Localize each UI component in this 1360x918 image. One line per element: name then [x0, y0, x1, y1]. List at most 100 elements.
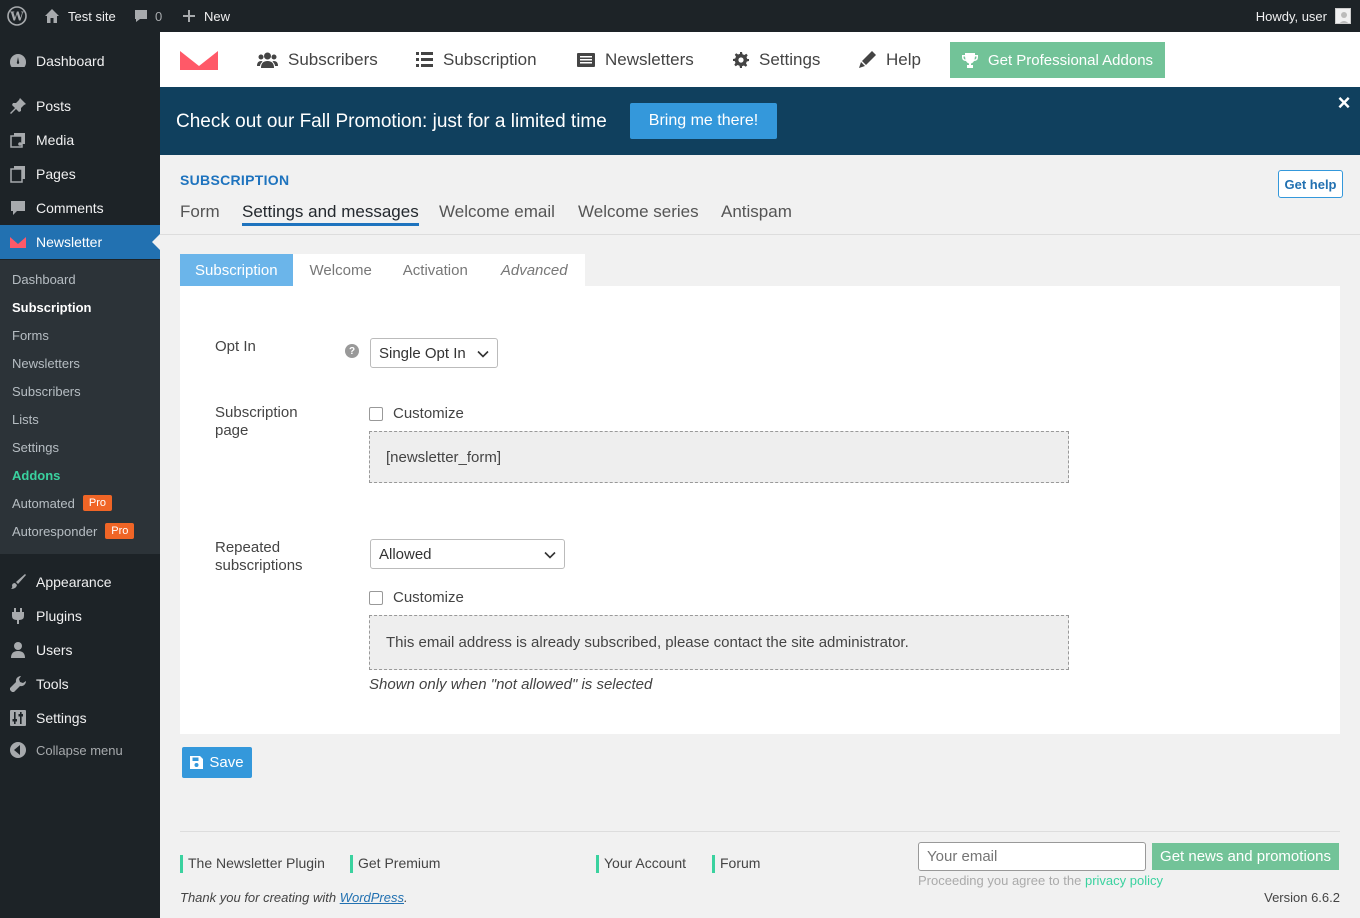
page-title: SUBSCRIPTION	[180, 172, 290, 188]
wordpress-link[interactable]: WordPress	[340, 890, 404, 905]
sidebar-item-posts[interactable]: Posts	[0, 89, 160, 123]
sidebar-item-label: Users	[36, 642, 73, 658]
comment-icon	[0, 199, 36, 217]
customize-checkbox-repeated[interactable]: Customize	[369, 589, 464, 606]
sidebar-item-users[interactable]: Users	[0, 633, 160, 667]
nav-subscription[interactable]: Subscription	[416, 32, 537, 87]
thanks-text: Thank you for creating with	[180, 890, 337, 905]
submenu-subscribers[interactable]: Subscribers	[12, 381, 81, 401]
wp-footer-thanks: Thank you for creating with WordPress.	[180, 890, 408, 905]
checkbox[interactable]	[369, 590, 383, 605]
nav-help[interactable]: Help	[859, 32, 921, 87]
sidebar-item-label: Newsletter	[36, 234, 103, 250]
users-icon	[257, 52, 278, 68]
nav-label: Subscription	[443, 49, 537, 69]
sidebar-item-appearance[interactable]: Appearance	[0, 565, 160, 599]
account-menu[interactable]: Howdy, user	[1256, 0, 1351, 32]
nav-subscribers[interactable]: Subscribers	[257, 32, 378, 87]
nav-label: Subscribers	[288, 49, 378, 69]
submenu-automated[interactable]: Automated Pro	[12, 493, 112, 513]
nav-newsletters[interactable]: Newsletters	[577, 32, 694, 87]
home-icon	[45, 9, 59, 23]
tab-form[interactable]: Form	[180, 202, 220, 226]
newsletter-email-input[interactable]	[918, 842, 1146, 871]
subtab-advanced[interactable]: Advanced	[483, 254, 585, 286]
repeated-subscriptions-select[interactable]: Allowed	[370, 539, 565, 569]
question-icon[interactable]: ?	[345, 344, 359, 358]
sidebar-item-plugins[interactable]: Plugins	[0, 599, 160, 633]
checkbox[interactable]	[369, 406, 383, 421]
chevron-down-icon	[477, 350, 489, 358]
nav-settings[interactable]: Settings	[733, 32, 820, 87]
submenu-dashboard[interactable]: Dashboard	[12, 269, 76, 289]
checkbox-label: Customize	[393, 589, 464, 606]
sidebar-item-settings[interactable]: Settings	[0, 701, 160, 735]
collapse-menu-button[interactable]: Collapse menu	[0, 733, 160, 767]
footer-link-forum[interactable]: Forum	[712, 855, 760, 873]
site-name: Test site	[68, 8, 116, 24]
bring-me-there-button[interactable]: Bring me there!	[630, 103, 777, 139]
avatar	[1335, 8, 1351, 24]
pro-addons-label: Get Professional Addons	[987, 51, 1154, 69]
sidebar-item-dashboard[interactable]: Dashboard	[0, 44, 160, 78]
section-header: SUBSCRIPTION Get help Form Settings and …	[160, 155, 1360, 235]
submenu-lists[interactable]: Lists	[12, 409, 39, 429]
sidebar-item-tools[interactable]: Tools	[0, 667, 160, 701]
sidebar-item-label: Comments	[36, 200, 104, 216]
pro-badge: Pro	[105, 523, 135, 539]
submenu-newsletters[interactable]: Newsletters	[12, 353, 80, 373]
newsletter-icon	[0, 233, 36, 251]
collapse-arrow-icon	[0, 741, 36, 759]
footer-link-newsletter-plugin[interactable]: The Newsletter Plugin	[180, 855, 325, 873]
collapse-label: Collapse menu	[36, 742, 123, 758]
footer-link-get-premium[interactable]: Get Premium	[350, 855, 440, 873]
customize-checkbox-subscription-page[interactable]: Customize	[369, 405, 464, 422]
tab-antispam[interactable]: Antispam	[721, 202, 792, 226]
footer-divider	[180, 831, 1340, 832]
get-professional-addons-button[interactable]: Get Professional Addons	[950, 42, 1165, 78]
submenu-subscription[interactable]: Subscription	[12, 297, 91, 317]
pen-icon	[859, 51, 876, 68]
submenu-autoresponder[interactable]: Autoresponder Pro	[12, 521, 135, 541]
sidebar-item-pages[interactable]: Pages	[0, 157, 160, 191]
footer-link-your-account[interactable]: Your Account	[596, 855, 686, 873]
brush-icon	[0, 573, 36, 591]
tab-settings-and-messages[interactable]: Settings and messages	[242, 202, 419, 226]
submenu-settings[interactable]: Settings	[12, 437, 59, 457]
submenu-label: Automated	[12, 495, 75, 511]
checkbox-label: Customize	[393, 405, 464, 422]
pages-icon	[0, 165, 36, 183]
subtab-welcome[interactable]: Welcome	[293, 254, 388, 286]
active-arrow	[152, 234, 160, 250]
sidebar-item-comments[interactable]: Comments	[0, 191, 160, 225]
wp-version: Version 6.6.2	[1264, 890, 1340, 905]
sidebar-item-label: Tools	[36, 676, 69, 692]
sidebar-item-media[interactable]: Media	[0, 123, 160, 157]
subscription-page-shortcode: [newsletter_form]	[369, 431, 1069, 483]
site-name-link[interactable]: Test site	[44, 0, 116, 32]
optin-select[interactable]: Single Opt In	[370, 338, 498, 368]
newsletter-submenu: Dashboard Subscription Forms Newsletters…	[0, 260, 160, 554]
subtab-activation[interactable]: Activation	[388, 254, 483, 286]
submenu-forms[interactable]: Forms	[12, 325, 49, 345]
newsletter-logo-icon[interactable]	[180, 32, 228, 87]
tab-welcome-series[interactable]: Welcome series	[578, 202, 699, 226]
admin-bar: W Test site 0 New Howdy, user	[0, 0, 1360, 32]
wordpress-logo-icon[interactable]: W	[7, 0, 27, 32]
sidebar-item-newsletter[interactable]: Newsletter	[0, 225, 160, 259]
save-button[interactable]: Save	[182, 747, 252, 778]
svg-text:W: W	[9, 10, 24, 24]
get-help-button[interactable]: Get help	[1278, 170, 1343, 198]
pin-icon	[0, 97, 36, 115]
new-content-link[interactable]: New	[182, 0, 230, 32]
submenu-addons[interactable]: Addons	[12, 465, 60, 485]
privacy-policy-link[interactable]: privacy policy	[1085, 873, 1163, 888]
comments-count: 0	[155, 8, 163, 24]
tab-welcome-email[interactable]: Welcome email	[439, 202, 555, 226]
promo-banner: Check out our Fall Promotion: just for a…	[160, 87, 1360, 155]
comments-link[interactable]: 0	[133, 0, 162, 32]
subtab-subscription[interactable]: Subscription	[180, 254, 293, 286]
close-icon[interactable]: ×	[1334, 92, 1354, 114]
get-news-button[interactable]: Get news and promotions	[1152, 843, 1339, 870]
sub-tabs: Subscription Welcome Activation Advanced	[180, 254, 585, 286]
